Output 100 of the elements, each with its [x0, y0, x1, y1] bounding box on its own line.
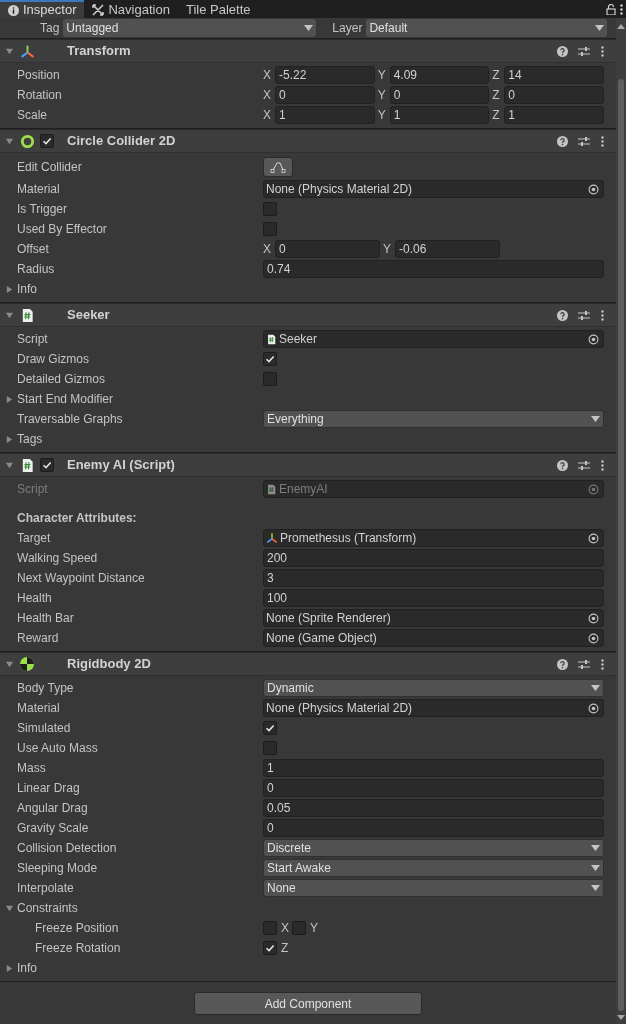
component-header[interactable]: Seeker: [0, 303, 616, 327]
value-field[interactable]: 0: [263, 779, 604, 797]
number-field[interactable]: 1: [275, 106, 375, 124]
dropdown[interactable]: None: [263, 879, 604, 897]
tab[interactable]: Navigation: [84, 0, 178, 18]
object-field[interactable]: None (Physics Material 2D): [263, 699, 604, 717]
dropdown[interactable]: Dynamic: [263, 679, 604, 697]
dropdown[interactable]: Start Awake: [263, 859, 604, 877]
field-label: Next Waypoint Distance: [17, 570, 146, 587]
field-label: Simulated: [17, 720, 72, 737]
foldout-label[interactable]: Info: [17, 959, 37, 977]
component-header[interactable]: Circle Collider 2D: [0, 129, 616, 153]
value-field[interactable]: 1: [263, 759, 604, 777]
axis-label: X: [263, 67, 272, 84]
axis-label: X: [281, 920, 289, 937]
component-title: Rigidbody 2D: [67, 655, 151, 674]
object-field[interactable]: None (Sprite Renderer): [263, 609, 604, 627]
number-field[interactable]: 4.09: [389, 66, 490, 84]
component-title: Transform: [67, 42, 131, 61]
object-value: None (Physics Material 2D): [266, 181, 414, 198]
axis-label: Z: [281, 940, 289, 957]
field-label: Freeze Position: [34, 920, 120, 937]
field-label: Collision Detection: [17, 840, 118, 857]
number-field[interactable]: 0: [275, 240, 380, 258]
number-field[interactable]: 1: [389, 106, 490, 124]
component-title: Circle Collider 2D: [67, 132, 176, 151]
field-label: Linear Drag: [17, 780, 81, 797]
value-field[interactable]: 0.05: [263, 799, 604, 817]
object-field[interactable]: None (Physics Material 2D): [263, 180, 604, 198]
layer-label: Layer: [332, 20, 363, 37]
object-field[interactable]: None (Game Object): [263, 629, 604, 647]
number-field[interactable]: -5.22: [275, 66, 375, 84]
field-label: Scale: [17, 107, 49, 124]
component-header[interactable]: Enemy AI (Script): [0, 453, 616, 477]
field-label: Used By Effector: [17, 221, 108, 238]
field-label: Offset: [17, 241, 50, 258]
value-field[interactable]: 100: [263, 589, 604, 607]
field-label: Gravity Scale: [17, 820, 90, 837]
number-field[interactable]: 14: [504, 66, 604, 84]
dropdown[interactable]: Everything: [263, 410, 604, 428]
axis-label: Y: [377, 67, 387, 84]
axis-label: Z: [492, 107, 501, 124]
component-header[interactable]: Rigidbody 2D: [0, 652, 616, 676]
field-label: Body Type: [17, 680, 75, 697]
axis-label: Z: [492, 67, 501, 84]
field-label: Rotation: [17, 87, 63, 104]
value-field[interactable]: 200: [263, 549, 604, 567]
field-label: Target: [17, 530, 52, 547]
field-label: Is Trigger: [17, 201, 68, 218]
field-label: Angular Drag: [17, 800, 89, 817]
tag-dropdown[interactable]: Untagged: [63, 19, 317, 37]
component-header[interactable]: Transform: [0, 39, 616, 63]
foldout-label[interactable]: Start End Modifier: [17, 390, 114, 408]
field-label: Script: [17, 331, 49, 348]
object-value: Promethesus (Transform): [280, 530, 418, 547]
value-field[interactable]: 0.74: [263, 260, 604, 278]
add-component-button[interactable]: Add Component: [194, 992, 422, 1015]
foldout-label[interactable]: Tags: [17, 430, 43, 448]
number-field[interactable]: 0: [389, 86, 490, 104]
field-label: Position: [17, 67, 61, 84]
field-label: Reward: [17, 630, 60, 647]
field-label: Interpolate: [17, 880, 75, 897]
number-field[interactable]: -0.06: [395, 240, 500, 258]
axis-label: Y: [377, 87, 387, 104]
value-field[interactable]: 0: [263, 819, 604, 837]
tab[interactable]: Inspector: [0, 0, 85, 18]
foldout-label[interactable]: Info: [17, 280, 37, 298]
field-label: Walking Speed: [17, 550, 99, 567]
value-field[interactable]: 3: [263, 569, 604, 587]
axis-label: Y: [377, 107, 387, 124]
number-field[interactable]: 0: [275, 86, 375, 104]
object-value: None (Physics Material 2D): [266, 700, 414, 717]
number-field[interactable]: 1: [504, 106, 604, 124]
component-title: Enemy AI (Script): [67, 456, 175, 475]
foldout-label[interactable]: Constraints: [17, 899, 78, 917]
tab[interactable]: Tile Palette: [177, 0, 259, 18]
axis-label: X: [263, 241, 272, 258]
axis-label: X: [263, 107, 272, 124]
object-value: None (Sprite Renderer): [266, 610, 392, 627]
field-label: Mass: [17, 760, 47, 777]
number-field[interactable]: 0: [504, 86, 604, 104]
field-label: Script: [17, 481, 49, 498]
object-field[interactable]: Seeker: [263, 330, 604, 348]
object-value: None (Game Object): [266, 630, 378, 647]
field-label: Health: [17, 590, 53, 607]
component-title: Seeker: [67, 306, 110, 325]
field-label: Detailed Gizmos: [17, 371, 107, 388]
field-label: Radius: [17, 261, 56, 278]
axis-label: Z: [492, 87, 501, 104]
axis-label: X: [263, 87, 272, 104]
dropdown[interactable]: Discrete: [263, 839, 604, 857]
axis-label: Y: [310, 920, 319, 937]
object-value: EnemyAI: [279, 481, 329, 498]
field-label: Traversable Graphs: [17, 411, 124, 428]
field-label: Use Auto Mass: [17, 740, 99, 757]
section-heading: Character Attributes:: [17, 510, 137, 527]
layer-dropdown[interactable]: Default: [366, 19, 607, 37]
field-label: Freeze Rotation: [34, 940, 122, 957]
field-label: Draw Gizmos: [17, 351, 90, 368]
object-field[interactable]: Promethesus (Transform): [263, 529, 604, 547]
